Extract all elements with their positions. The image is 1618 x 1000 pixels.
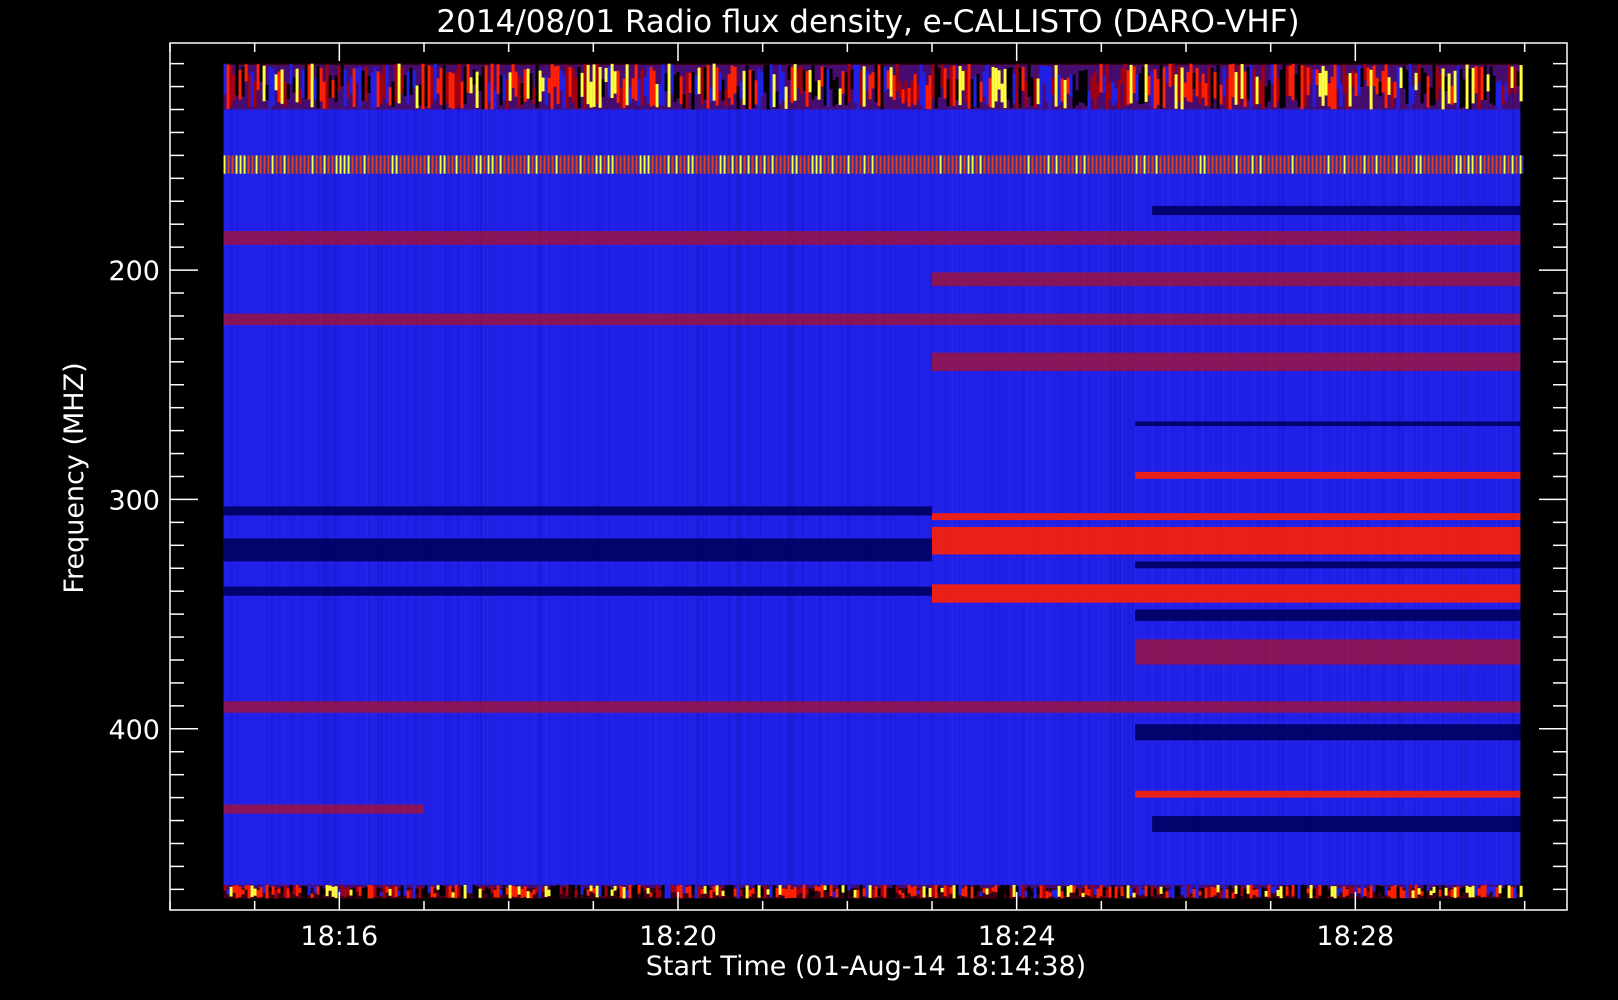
spectral-band-14 (223, 804, 424, 814)
spectral-band-6 (932, 352, 1521, 371)
spectral-band-21 (1135, 609, 1521, 621)
x-tick-label: 18:28 (1316, 921, 1394, 952)
x-tick-label: 18:24 (978, 921, 1056, 952)
spectral-band-12 (223, 701, 1521, 713)
spectral-band-4 (932, 272, 1521, 287)
spectral-band-8 (932, 513, 1521, 521)
spectral-band-15 (223, 884, 1523, 899)
spectral-band-16 (223, 538, 932, 562)
spectrogram-chart: 2014/08/01 Radio flux density, e-CALLIST… (59, 4, 1568, 982)
spectrogram-image (223, 63, 1524, 899)
spectral-band-9 (932, 526, 1521, 555)
spectral-band-2 (223, 155, 1524, 174)
y-tick-label: 200 (108, 256, 160, 287)
spectral-band-19 (1135, 421, 1521, 427)
x-tick-label: 18:20 (639, 921, 717, 952)
y-tick-label: 400 (108, 715, 160, 746)
y-axis-label: Frequency (MHZ) (59, 362, 90, 593)
spectral-band-5 (223, 313, 1521, 326)
y-tick-label: 300 (108, 485, 160, 516)
spectral-band-1 (223, 63, 1523, 110)
spectral-band-20 (1135, 561, 1521, 569)
spectral-band-24 (1152, 205, 1521, 216)
chart-title: 2014/08/01 Radio flux density, e-CALLIST… (436, 4, 1299, 40)
spectral-band-10 (932, 584, 1521, 603)
spectral-band-22 (1135, 724, 1521, 741)
spectral-band-13 (1135, 790, 1521, 798)
spectral-band-17 (223, 506, 932, 516)
x-axis-label: Start Time (01-Aug-14 18:14:38) (646, 951, 1086, 982)
spectral-band-3 (223, 231, 1521, 245)
spectral-band-18 (223, 586, 932, 596)
spectral-band-23 (1152, 815, 1521, 833)
spectral-band-7 (1135, 471, 1521, 479)
x-tick-label: 18:16 (300, 921, 378, 952)
spectral-band-11 (1135, 639, 1521, 665)
